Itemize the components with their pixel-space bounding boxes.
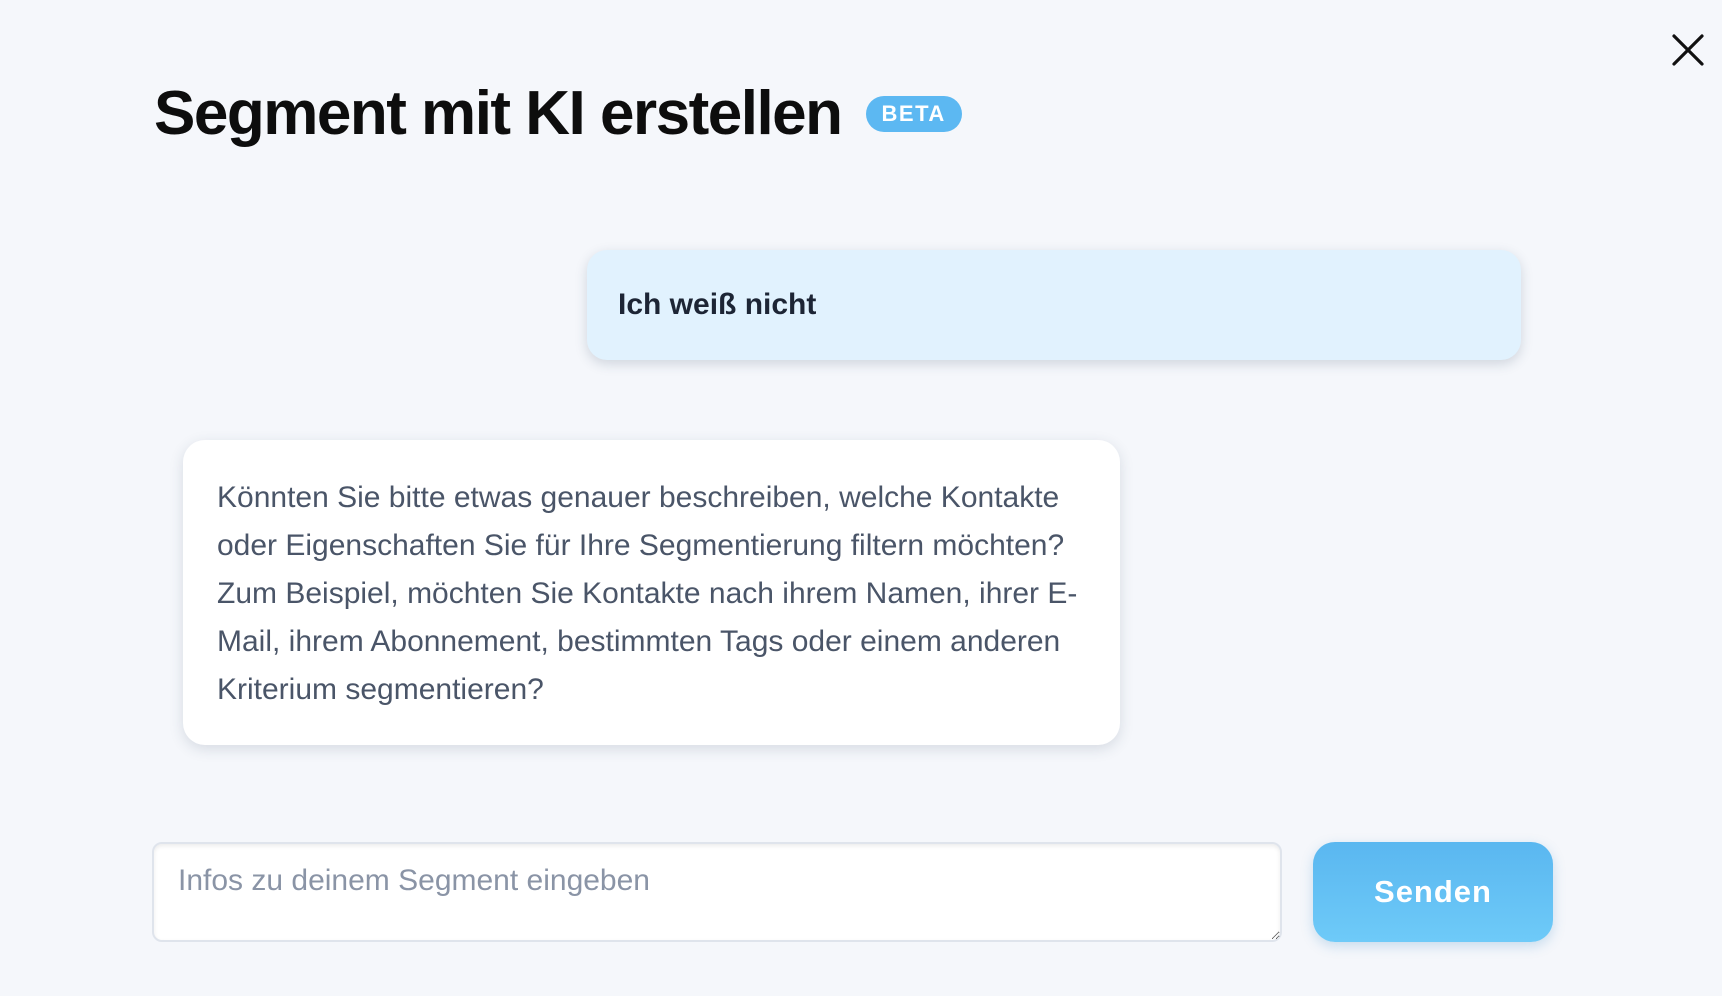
send-button[interactable]: Senden [1313,842,1553,942]
segment-info-input[interactable] [152,842,1282,942]
close-icon [1672,34,1704,66]
dialog-header: Segment mit KI erstellen BETA [154,78,962,150]
close-button[interactable] [1664,26,1712,74]
assistant-message-bubble: Könnten Sie bitte etwas genauer beschrei… [183,440,1120,745]
assistant-message-text: Könnten Sie bitte etwas genauer beschrei… [217,481,1078,706]
user-message-text: Ich weiß nicht [618,288,817,321]
beta-badge: BETA [865,96,962,132]
user-message-bubble: Ich weiß nicht [587,250,1521,360]
dialog-title: Segment mit KI erstellen [154,79,843,148]
